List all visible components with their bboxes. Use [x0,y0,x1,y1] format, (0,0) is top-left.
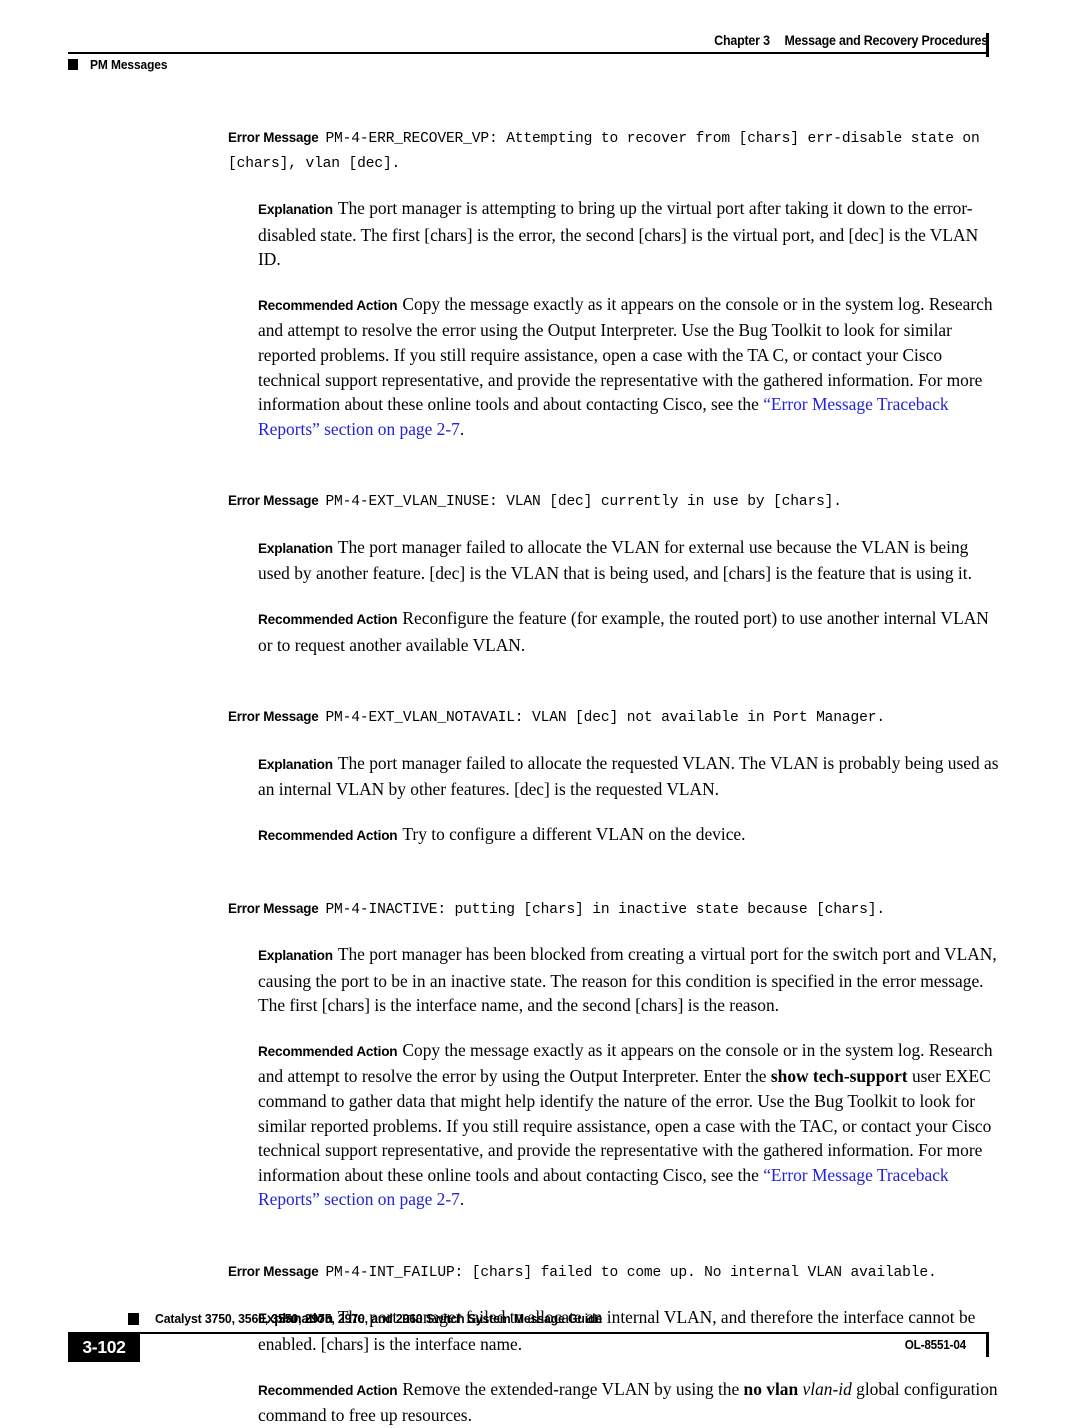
explanation-paragraph: Explanation The port manager failed to al… [258,751,1000,802]
message-block: Error Message PM-4-EXT_VLAN_NOTAVAIL: VLA… [0,705,1080,848]
recommended-action-paragraph: Recommended Action Try to configure a dif… [258,822,1000,849]
explanation-text: The port manager failed to allocate the … [258,536,972,584]
message-block: Error Message PM-4-EXT_VLAN_INUSE: VLAN [… [0,489,1080,657]
error-message-line: Error Message PM-4-EXT_VLAN_NOTAVAIL: VLA… [228,705,1000,731]
page-footer: Catalyst 3750, 3560, 3550, 2975, 2970, a… [0,1310,1080,1390]
error-message-label: Error Message [228,493,319,509]
error-message-code: PM-4-INT_FAILUP: [chars] failed to come … [325,1264,937,1281]
footer-bullet-square-icon [128,1313,139,1325]
page-number-badge: 3-102 [68,1332,140,1362]
recommended-action-paragraph: Recommended Action Reconfigure the featur… [258,606,1000,657]
show-tech-support-command: show tech-support [770,1066,908,1087]
message-block: Error Message PM-4-ERR_RECOVER_VP: Attemp… [0,126,1080,441]
error-message-label: Error Message [228,130,319,145]
explanation-text: The port manager is attempting to bring … [258,198,979,270]
error-message-line: Error Message PM-4-ERR_RECOVER_VP: Attemp… [228,126,1000,176]
error-message-label: Error Message [228,709,319,725]
explanation-text: The port manager has been blocked from c… [258,944,997,1016]
page-content: Error Message PM-4-ERR_RECOVER_VP: Attemp… [0,126,1080,1428]
message-block: Error Message PM-4-INACTIVE: putting [cha… [0,897,1080,1212]
header-divider-rule [68,52,988,54]
explanation-paragraph: Explanation The port manager failed to al… [258,535,1000,586]
explanation-paragraph: Explanation The port manager is attemptin… [258,196,1000,272]
explanation-label: Explanation [258,756,333,772]
recommended-action-text-post: . [459,418,465,439]
recommended-action-text: Try to configure a different VLAN on the… [402,823,746,844]
header-chapter-number: Chapter 3 [714,33,770,48]
explanation-label: Explanation [258,202,333,217]
recommended-action-label: Recommended Action [258,297,398,313]
page-header: Chapter 3 Message and Recovery Procedures… [0,0,1080,90]
explanation-text: The port manager failed to allocate the … [258,752,999,800]
explanation-label: Explanation [258,540,333,556]
header-rule-end-tick [986,33,990,57]
error-message-line: Error Message PM-4-INT_FAILUP: [chars] fa… [228,1260,1000,1286]
recommended-action-text-post: . [459,1189,465,1210]
error-message-line: Error Message PM-4-INACTIVE: putting [cha… [228,897,1000,923]
footer-book-title: Catalyst 3750, 3560, 3550, 2975, 2970, a… [155,1311,603,1326]
header-section: PM Messages [68,57,174,72]
footer-rule-end-tick [986,1332,990,1357]
recommended-action-label: Recommended Action [258,1043,398,1059]
error-message-code: PM-4-EXT_VLAN_NOTAVAIL: VLAN [dec] not a… [325,710,885,727]
header-section-label: PM Messages [90,57,168,72]
error-message-label: Error Message [228,1263,319,1279]
header-chapter-title: Message and Recovery Procedures [784,33,989,48]
error-message-code: PM-4-INACTIVE: putting [chars] in inacti… [325,901,885,918]
footer-divider-rule [90,1332,988,1334]
explanation-paragraph: Explanation The port manager has been blo… [258,942,1000,1018]
header-chapter-breadcrumb: Chapter 3 Message and Recovery Procedures [657,33,988,48]
bullet-square-icon [68,59,78,70]
recommended-action-paragraph: Recommended Action Copy the message exact… [258,292,1000,442]
error-message-label: Error Message [228,900,319,916]
explanation-label: Explanation [258,948,333,963]
recommended-action-label: Recommended Action [258,612,398,628]
recommended-action-label: Recommended Action [258,827,398,843]
footer-document-id: OL-8551-04 [904,1338,966,1352]
error-message-line: Error Message PM-4-EXT_VLAN_INUSE: VLAN [… [228,489,1000,515]
error-message-code: PM-4-EXT_VLAN_INUSE: VLAN [dec] currentl… [325,494,842,511]
error-message-code: PM-4-ERR_RECOVER_VP: Attempting to recov… [228,131,980,172]
recommended-action-paragraph: Recommended Action Copy the message exact… [258,1038,1000,1212]
